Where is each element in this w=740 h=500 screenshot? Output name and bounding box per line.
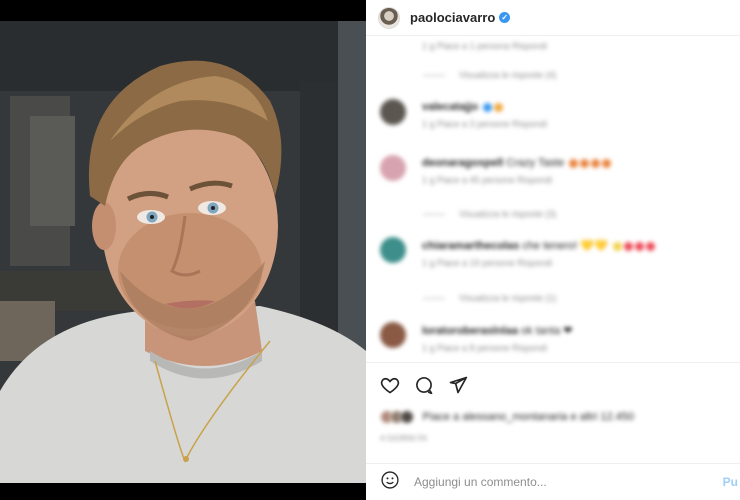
view-replies-button[interactable]: Visualizza le risposte (1) xyxy=(423,293,556,303)
verified-badge-icon: ✓ xyxy=(499,12,511,23)
post-photo[interactable] xyxy=(0,21,366,483)
commenter-username[interactable]: valecatajjo xyxy=(422,101,478,113)
post-header: paolociavarro ✓ xyxy=(366,0,740,36)
commenter-avatar[interactable] xyxy=(380,99,406,125)
paper-plane-icon[interactable] xyxy=(448,375,468,395)
author-username[interactable]: paolociavarro xyxy=(410,10,495,25)
list-item: 1 g Piace a 1 persona Rispondi xyxy=(380,41,730,51)
comments-list[interactable]: 1 g Piace a 1 persona Rispondi Visualizz… xyxy=(366,37,740,360)
comment-meta: 1 g Piace a 1 persona Rispondi xyxy=(422,41,548,51)
comment-item: deonaragospell Crazy Taste 1 g Piace a 4… xyxy=(380,155,730,191)
comment-item: valecatajjo 1 g Piace a 3 persone Rispon… xyxy=(380,99,730,135)
portrait-image xyxy=(0,21,366,483)
comment-meta: 1 g Piace a 19 persone Rispondi xyxy=(422,258,553,268)
instagram-post-view: paolociavarro ✓ 1 g Piace a 1 persona Ri… xyxy=(0,0,740,500)
comment-text: ok tanta ❤ xyxy=(521,325,573,337)
likes-summary[interactable]: Piace a alessano_montanaria e altri 12.4… xyxy=(380,408,730,426)
author-avatar[interactable] xyxy=(378,6,400,29)
add-comment-bar: Pu xyxy=(366,463,740,500)
liker-avatars xyxy=(380,409,414,424)
comment-meta: 1 g Piace a 8 persone Rispondi xyxy=(422,343,548,353)
post-actions-bar xyxy=(366,362,740,406)
comment-meta: 1 g Piace a 45 persone Rispondi xyxy=(422,175,553,185)
commenter-avatar[interactable] xyxy=(380,155,406,181)
likes-text: Piace a alessano_montanaria e altri 12.4… xyxy=(422,410,635,423)
photo-pane xyxy=(0,0,366,500)
heart-icon[interactable] xyxy=(380,375,400,395)
comment-bubble-icon[interactable] xyxy=(414,375,434,395)
comment-item: loratoroberaslnlaa ok tanta ❤ 1 g Piace … xyxy=(380,322,730,358)
comment-text: che tenero! 💛💛 xyxy=(522,240,608,252)
view-replies-label: Visualizza le risposte (4) xyxy=(459,70,557,80)
view-replies-label: Visualizza le risposte (3) xyxy=(459,209,557,219)
commenter-username[interactable]: loratoroberaslnlaa xyxy=(422,325,518,337)
comment-text: Crazy Taste xyxy=(506,157,565,169)
publish-button[interactable]: Pu xyxy=(723,475,738,489)
view-replies-button[interactable]: Visualizza le risposte (4) xyxy=(423,70,556,80)
comment-input[interactable] xyxy=(414,475,694,489)
commenter-avatar[interactable] xyxy=(380,322,406,348)
commenter-avatar[interactable] xyxy=(380,237,406,263)
view-replies-button[interactable]: Visualizza le risposte (3) xyxy=(423,209,556,219)
commenter-username[interactable]: deonaragospell xyxy=(422,157,503,169)
view-replies-label: Visualizza le risposte (1) xyxy=(459,293,557,303)
smiley-icon[interactable] xyxy=(380,470,400,495)
comment-item: chiaramarthecolas che tenero! 💛💛 1 g Pia… xyxy=(380,237,730,273)
comment-meta: 1 g Piace a 3 persone Rispondi xyxy=(422,119,548,129)
post-side-panel: paolociavarro ✓ 1 g Piace a 1 persona Ri… xyxy=(366,0,740,500)
commenter-username[interactable]: chiaramarthecolas xyxy=(422,240,519,252)
post-date: 4 GIORNI FA xyxy=(380,434,428,443)
